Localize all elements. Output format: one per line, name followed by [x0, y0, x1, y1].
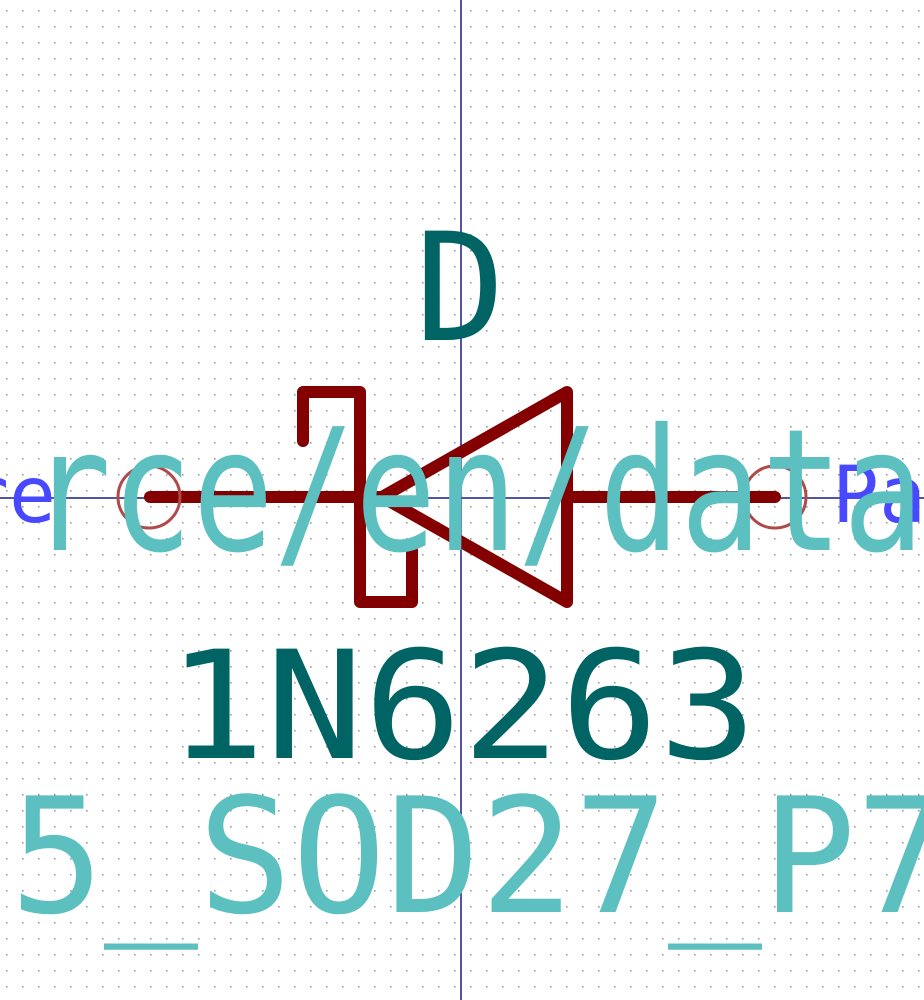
datasheet-field[interactable]: rce/en/data: [30, 393, 924, 591]
schematic-canvas[interactable]: re Pa rce/en/data D 1N6263 5_SOD27_P7: [0, 0, 924, 1000]
footprint-field[interactable]: 5_SOD27_P7: [10, 763, 924, 950]
reference-designator[interactable]: D: [415, 202, 505, 376]
schematic-svg: re Pa rce/en/data D 1N6263 5_SOD27_P7: [0, 0, 924, 1000]
